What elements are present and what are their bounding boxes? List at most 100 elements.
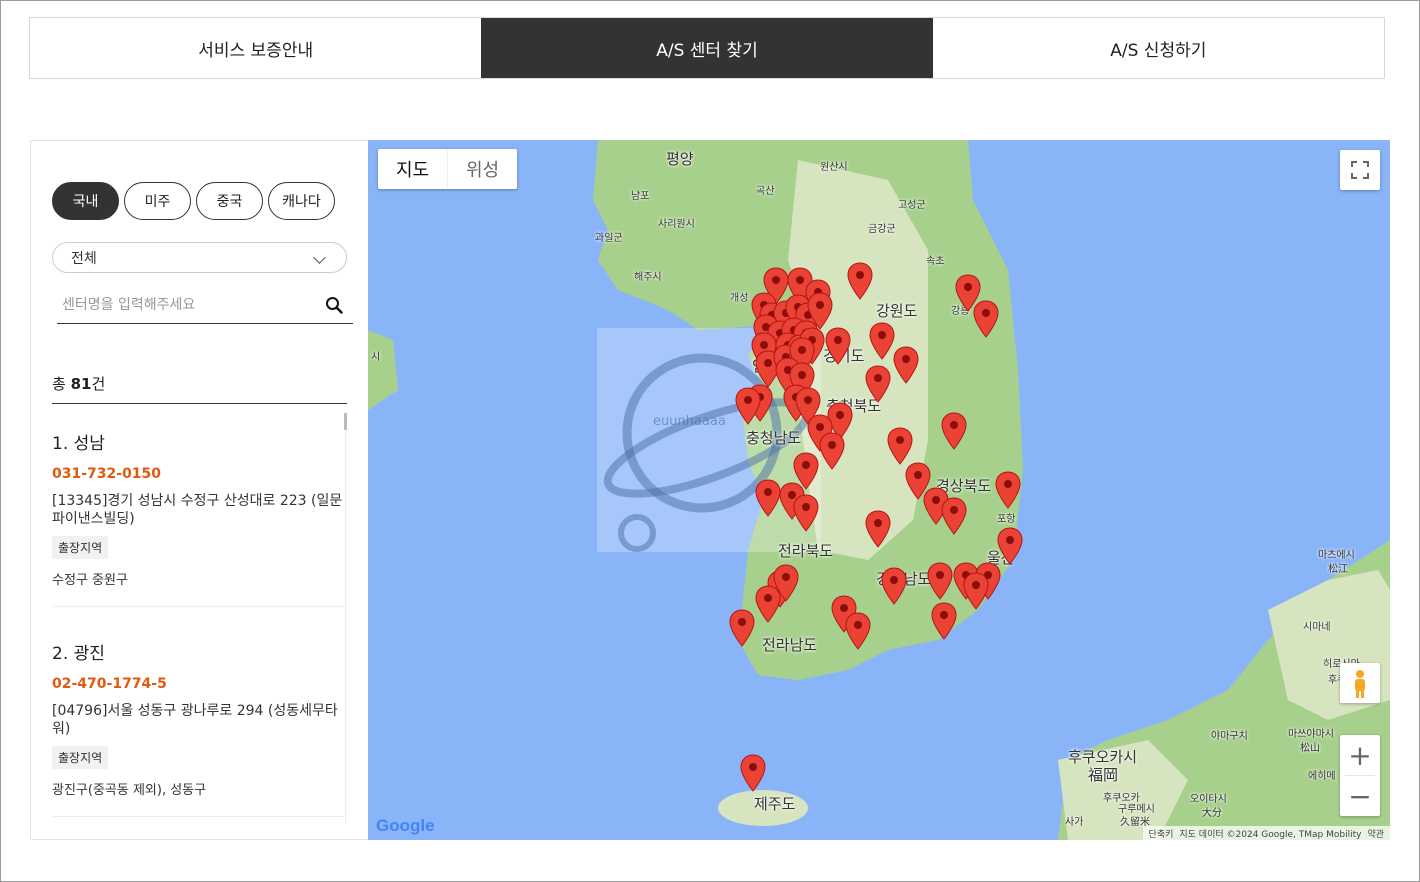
tab-service-warranty[interactable]: 서비스 보증안내 [30, 18, 481, 78]
zoom-control: + − [1340, 735, 1380, 816]
map-place-label: 포항 [997, 514, 1016, 525]
center-phone[interactable]: 02-470-1774-5 [52, 676, 344, 692]
center-list: 1. 성남 031-732-0150 [13345]경기 성남시 수정구 산성대… [52, 419, 344, 839]
map-marker-pin-icon[interactable] [755, 585, 781, 623]
map-marker-pin-icon[interactable] [931, 602, 957, 640]
map-marker-pin-icon[interactable] [819, 432, 845, 470]
map-place-label: 충청남도 [746, 429, 802, 447]
total-prefix: 총 [52, 375, 71, 393]
status-badge: 출장지역 [52, 536, 109, 559]
zoom-in-button[interactable]: + [1340, 735, 1380, 775]
google-logo-text: Google [376, 816, 435, 835]
map-marker-pin-icon[interactable] [973, 300, 999, 338]
map-place-label: 제주도 [754, 795, 796, 813]
map-place-label: 에히메 [1308, 771, 1336, 782]
search-bar [57, 289, 353, 324]
map-type-control: 지도 위성 [378, 149, 517, 189]
map-place-label: 속초 [926, 256, 945, 267]
map-view[interactable]: euunhaaaa 평양 원산시 곡산 남포 사리원시 과일군 고성군 금강군 속초 해주시 개성 강… [368, 140, 1390, 840]
chevron-down-icon [313, 251, 326, 264]
map-place-label: 원산시 [820, 162, 848, 173]
map-place-label: 오이타시 [1190, 794, 1227, 805]
center-name: 2. 광진 [52, 644, 105, 664]
map-place-label: 시 [371, 352, 381, 363]
zoom-out-button[interactable]: − [1340, 776, 1380, 816]
map-type-roadmap-button[interactable]: 지도 [378, 149, 447, 189]
map-data-credit: 지도 데이터 ©2024 Google, TMap Mobility [1179, 829, 1362, 840]
center-list-panel: 국내 미주 중국 캐나다 전체 총 81건 1. 성남 031-732-0150… [30, 140, 368, 840]
tab-find-as-center[interactable]: A/S 센터 찾기 [481, 18, 933, 78]
search-input[interactable] [57, 289, 314, 321]
pegman-icon [1355, 670, 1365, 698]
map-place-label: 강원도 [876, 302, 918, 320]
map-marker-pin-icon[interactable] [865, 365, 891, 403]
map-place-label: 福岡 [1088, 766, 1119, 784]
center-address: [04796]서울 성동구 광나루로 294 (성동세무타워) [52, 703, 338, 737]
map-marker-pin-icon[interactable] [995, 471, 1021, 509]
map-place-label: 사가 [1065, 817, 1084, 828]
total-count: 총 81건 [52, 373, 347, 404]
map-marker-pin-icon[interactable] [893, 346, 919, 384]
search-icon[interactable] [325, 296, 343, 314]
list-item[interactable]: 2. 광진 02-470-1774-5 [04796]서울 성동구 광나루로 2… [52, 629, 344, 817]
total-number: 81 [70, 375, 92, 393]
map-place-label: 松江 [1328, 564, 1348, 575]
service-area: 수정구 중원구 [52, 573, 128, 588]
map-marker-pin-icon[interactable] [847, 262, 873, 300]
keyboard-shortcuts-link[interactable]: 단축키 [1149, 827, 1174, 840]
map-marker-pin-icon[interactable] [729, 609, 755, 647]
map-marker-pin-icon[interactable] [887, 427, 913, 465]
google-logo[interactable]: Google [376, 816, 435, 836]
map-marker-pin-icon[interactable] [740, 754, 766, 792]
map-marker-pin-icon[interactable] [941, 497, 967, 535]
service-area: 광진구(중곡동 제외), 성동구 [52, 783, 207, 798]
map-place-label: 大分 [1202, 808, 1222, 819]
region-button-americas[interactable]: 미주 [124, 182, 191, 220]
map-place-label: 금강군 [868, 224, 896, 235]
center-address: [13345]경기 성남시 수정구 산성대로 223 (일문파이낸스빌딩) [52, 493, 343, 527]
map-marker-pin-icon[interactable] [755, 479, 781, 517]
map-marker-pin-icon[interactable] [927, 562, 953, 600]
center-name: 1. 성남 [52, 434, 105, 454]
terms-link[interactable]: 약관 [1367, 827, 1384, 840]
center-phone[interactable]: 031-732-0150 [52, 466, 344, 482]
map-marker-pin-icon[interactable] [941, 412, 967, 450]
map-attribution: 단축키 지도 데이터 ©2024 Google, TMap Mobility 약… [1142, 826, 1390, 840]
region-button-domestic[interactable]: 국내 [52, 182, 119, 220]
map-marker-pin-icon[interactable] [845, 612, 871, 650]
list-item[interactable]: 1. 성남 031-732-0150 [13345]경기 성남시 수정구 산성대… [52, 419, 344, 607]
map-place-label: 평양 [666, 150, 694, 168]
map-marker-pin-icon[interactable] [865, 510, 891, 548]
map-place-label: 과일군 [595, 233, 623, 244]
fullscreen-button[interactable] [1340, 150, 1380, 190]
map-place-label: 전라북도 [778, 542, 834, 560]
map-place-label: 마쓰야마시 [1288, 729, 1334, 740]
map-type-satellite-button[interactable]: 위성 [447, 149, 517, 189]
map-place-label: 전라남도 [762, 636, 818, 654]
map-place-label: 고성군 [898, 200, 926, 211]
map-place-label: 松山 [1300, 743, 1320, 754]
fullscreen-icon [1351, 161, 1369, 179]
map-place-label: 사리원시 [658, 219, 695, 230]
scrollbar-thumb[interactable] [344, 413, 347, 430]
map-place-label: 시마네 [1303, 622, 1331, 633]
street-view-pegman-button[interactable] [1340, 663, 1380, 703]
region-button-canada[interactable]: 캐나다 [268, 182, 335, 220]
scrollbar-track[interactable] [345, 413, 346, 823]
map-marker-pin-icon[interactable] [825, 327, 851, 365]
map-marker-pin-icon[interactable] [997, 527, 1023, 565]
total-suffix: 건 [91, 375, 106, 393]
map-marker-pin-icon[interactable] [881, 567, 907, 605]
map-place-label: 남포 [631, 191, 650, 202]
map-marker-pin-icon[interactable] [869, 322, 895, 360]
tab-as-request[interactable]: A/S 신청하기 [933, 18, 1384, 78]
status-badge: 출장지역 [52, 746, 109, 769]
map-marker-pin-icon[interactable] [735, 387, 761, 425]
map-marker-pin-icon[interactable] [793, 494, 819, 532]
area-select[interactable]: 전체 [52, 242, 347, 273]
region-button-china[interactable]: 중국 [196, 182, 263, 220]
map-place-label: 해주시 [634, 272, 662, 283]
map-place-label: 야마구치 [1211, 731, 1248, 742]
map-place-label: 마츠에시 [1318, 550, 1355, 561]
map-marker-pin-icon[interactable] [963, 572, 989, 610]
